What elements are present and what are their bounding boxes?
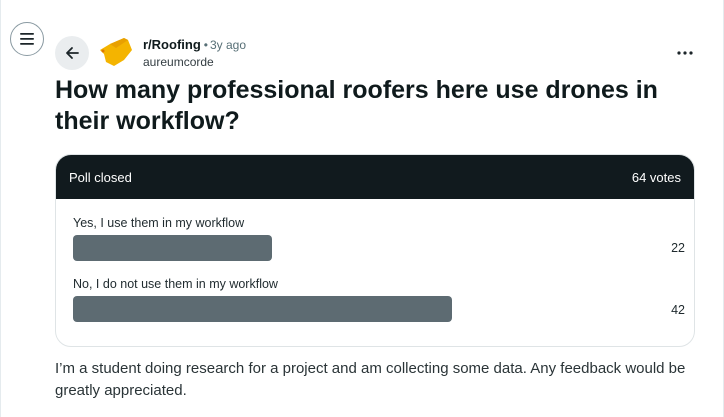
poll-card: Poll closed 64 votes Yes, I use them in …	[55, 154, 695, 347]
poll-option-count: 42	[671, 303, 685, 317]
poll-option-bar	[73, 296, 452, 322]
poll-option-label: Yes, I use them in my workflow	[73, 216, 245, 230]
more-options-button[interactable]	[670, 40, 700, 66]
poll-option-count: 22	[671, 241, 685, 255]
poll-status: Poll closed	[69, 169, 132, 185]
meta-separator: •	[203, 38, 208, 52]
post-meta: r/Roofing • 3y ago aureumcorde	[143, 36, 246, 71]
back-button[interactable]	[55, 36, 89, 70]
poll-vote-count: 64 votes	[631, 169, 681, 185]
menu-button[interactable]	[10, 22, 44, 56]
post-title[interactable]: How many professional roofers here use d…	[55, 75, 695, 137]
subreddit-link[interactable]: r/Roofing	[143, 37, 201, 52]
arrow-left-icon	[66, 47, 79, 59]
poll-option-label: No, I do not use them in my workflow	[73, 277, 278, 291]
left-border	[0, 0, 1, 417]
poll-option: Yes, I use them in my workflow 22	[73, 215, 685, 261]
author-link[interactable]: aureumcorde	[143, 54, 246, 71]
post-age: 3y ago	[209, 38, 246, 52]
more-horizontal-icon	[677, 51, 693, 55]
poll-option: No, I do not use them in my workflow 42	[73, 276, 685, 322]
poll-header: Poll closed 64 votes	[56, 155, 694, 199]
post-body: I’m a student doing research for a proje…	[55, 360, 686, 399]
poll-option-bar	[73, 235, 272, 261]
hamburger-icon	[20, 33, 34, 45]
subreddit-avatar-icon[interactable]	[98, 36, 134, 68]
